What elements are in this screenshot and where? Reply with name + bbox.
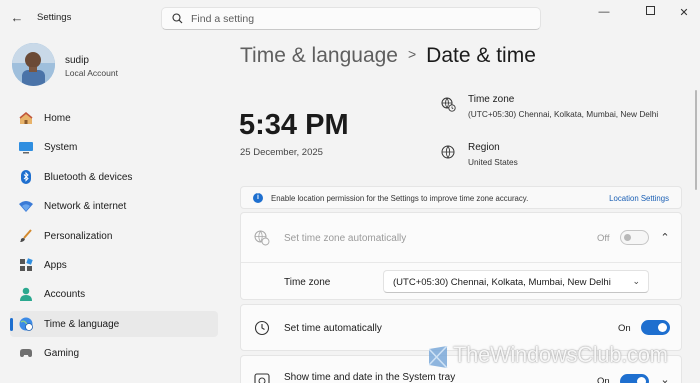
auto-time-state: On (618, 323, 631, 334)
sidebar-item-network[interactable]: Network & internet (10, 193, 218, 219)
location-settings-link[interactable]: Location Settings (609, 194, 669, 203)
clock-icon (254, 320, 270, 336)
back-button[interactable]: ← (9, 10, 25, 26)
time-zone-dropdown[interactable]: (UTC+05:30) Chennai, Kolkata, Mumbai, Ne… (383, 270, 649, 293)
search-box[interactable] (161, 7, 541, 30)
watermark: TheWindowsClub.com (429, 342, 699, 376)
sidebar-item-label: Gaming (44, 348, 80, 360)
breadcrumb-parent[interactable]: Time & language (240, 44, 398, 67)
current-time: 5:34 PM (239, 109, 349, 141)
account-type: Local Account (65, 68, 118, 78)
taskbar-clock-icon (254, 373, 270, 383)
maximize-button[interactable] (639, 6, 661, 18)
sidebar-item-label: Network & internet (44, 201, 127, 213)
sidebar-item-label: Time & language (44, 318, 120, 330)
auto-timezone-toggle[interactable] (620, 230, 649, 245)
wifi-icon (19, 201, 33, 213)
user-name: sudip (65, 55, 89, 66)
sidebar-item-gaming[interactable]: Gaming (10, 340, 218, 366)
sidebar-nav: Home System Bluetooth & devices Network … (10, 105, 218, 370)
sidebar-item-apps[interactable]: Apps (10, 252, 218, 278)
region-title: Region (468, 142, 500, 153)
brush-icon (20, 228, 32, 242)
windows-logo-icon (429, 346, 448, 368)
breadcrumb: Time & language > Date & time (240, 44, 536, 68)
time-zone-title: Time zone (468, 94, 515, 105)
sidebar-item-label: Home (44, 113, 71, 124)
gamepad-icon (20, 349, 32, 358)
auto-timezone-header[interactable]: Set time zone automatically Off ⌃ (241, 213, 681, 263)
page-title: Date & time (426, 44, 536, 67)
auto-time-label: Set time automatically (284, 323, 382, 334)
time-zone-row: Time zone (UTC+05:30) Chennai, Kolkata, … (241, 263, 681, 300)
auto-timezone-state: Off (597, 233, 610, 244)
title-bar: ← Settings — ✕ (0, 0, 700, 36)
close-button[interactable]: ✕ (673, 6, 695, 19)
system-tray-state: On (597, 376, 610, 383)
sidebar-item-label: Personalization (44, 230, 113, 242)
current-date: 25 December, 2025 (240, 147, 323, 158)
app-title: Settings (37, 12, 72, 23)
scrollbar[interactable] (695, 90, 697, 190)
auto-time-toggle[interactable] (641, 320, 670, 335)
auto-timezone-card: Set time zone automatically Off ⌃ Time z… (240, 212, 682, 300)
time-zone-value: (UTC+05:30) Chennai, Kolkata, Mumbai, Ne… (468, 109, 659, 119)
banner-text: Enable location permission for the Setti… (271, 194, 529, 203)
sidebar-item-system[interactable]: System (10, 134, 218, 160)
sidebar-item-home[interactable]: Home (10, 105, 218, 131)
system-icon (19, 142, 33, 154)
globe-icon (441, 145, 455, 159)
sidebar-item-accounts[interactable]: Accounts (10, 281, 218, 307)
sidebar-item-label: Bluetooth & devices (44, 171, 133, 183)
location-permission-banner: i Enable location permission for the Set… (240, 186, 682, 209)
time-zone-selected: (UTC+05:30) Chennai, Kolkata, Mumbai, Ne… (393, 277, 611, 288)
bluetooth-icon (21, 169, 31, 184)
info-icon: i (253, 193, 263, 203)
clock-globe-icon (441, 97, 456, 112)
maximize-icon (645, 6, 655, 15)
globe-clock-icon (19, 317, 33, 331)
sidebar-item-personalization[interactable]: Personalization (10, 223, 218, 249)
region-value: United States (468, 157, 518, 167)
minimize-button[interactable]: — (593, 6, 615, 18)
search-input[interactable] (191, 11, 521, 26)
chevron-down-icon: ⌄ (632, 276, 640, 286)
person-icon (20, 288, 32, 302)
sidebar-item-label: Apps (44, 259, 67, 271)
sidebar-item-label: System (44, 142, 78, 154)
home-icon (19, 111, 33, 124)
apps-icon (20, 258, 33, 271)
sidebar-item-label: Accounts (44, 289, 86, 301)
sidebar-item-bluetooth[interactable]: Bluetooth & devices (10, 164, 218, 190)
avatar (12, 43, 55, 86)
watermark-text: TheWindowsClub.com (453, 342, 668, 367)
breadcrumb-separator: > (407, 46, 417, 62)
clock-globe-icon (254, 230, 270, 246)
time-zone-label: Time zone (284, 277, 331, 288)
chevron-up-icon[interactable]: ⌃ (658, 231, 672, 244)
search-icon (172, 13, 183, 24)
auto-timezone-label: Set time zone automatically (284, 233, 407, 244)
sidebar-item-time-language[interactable]: Time & language (10, 310, 218, 337)
